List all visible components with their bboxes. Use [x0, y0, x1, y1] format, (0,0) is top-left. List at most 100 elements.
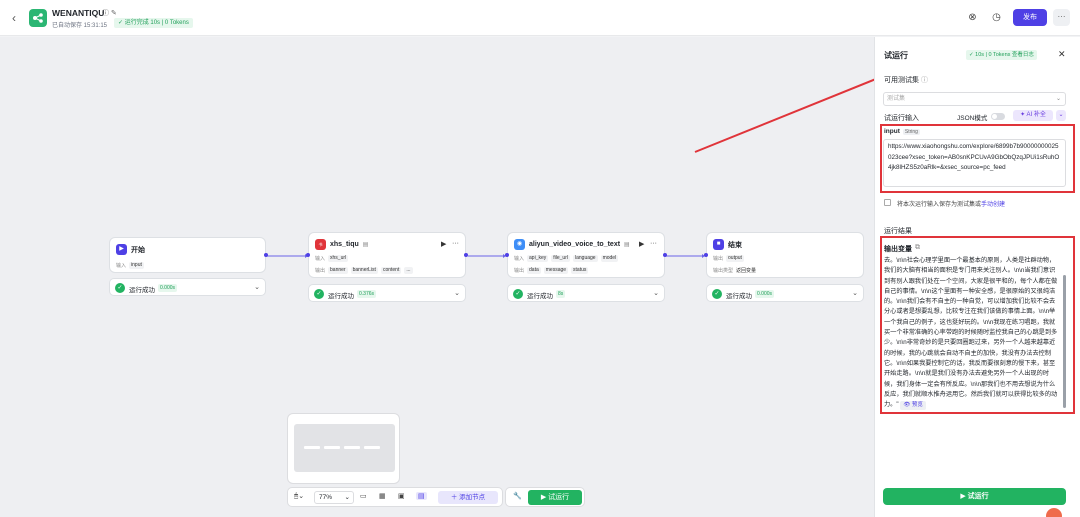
- var-chip: status: [571, 267, 589, 274]
- manual-create-link[interactable]: 手动创建: [981, 202, 1005, 208]
- node-input-row: 输入 xhs_url: [315, 255, 349, 262]
- save-testset-checkbox[interactable]: [884, 199, 891, 206]
- grid-icon[interactable]: ▦: [379, 492, 386, 500]
- canvas-run-button[interactable]: ▶ 试运行: [528, 490, 582, 505]
- chevron-down-icon: ⌄: [344, 494, 350, 501]
- node-xhs-tiqu[interactable]: 书 xhs_tiqu ▤ ▶ ··· 输入 xhs_url 输出 banner banne…: [308, 232, 466, 278]
- minimap-node: [304, 446, 320, 449]
- output-port[interactable]: [264, 253, 268, 257]
- success-icon: ✓: [513, 289, 523, 299]
- minimap-toggle-icon[interactable]: ▤: [416, 492, 427, 500]
- run-summary-badge[interactable]: ✓ 10s | 0 Tokens 查看日志: [966, 50, 1037, 60]
- chevron-down-icon[interactable]: ⌄: [454, 289, 460, 297]
- add-node-button[interactable]: ＋ 添加节点: [438, 491, 498, 504]
- node-output-row: 输出 data message status: [514, 267, 589, 274]
- copy-icon[interactable]: ⧉: [915, 244, 920, 254]
- image-icon[interactable]: ▣: [398, 492, 405, 500]
- aliyun-icon: ◉: [514, 239, 525, 250]
- comment-icon[interactable]: ▭: [360, 492, 367, 500]
- node-title: 结束: [728, 241, 742, 249]
- minimap-node: [364, 446, 380, 449]
- ai-fill-button[interactable]: ✦ AI 补全: [1013, 110, 1053, 121]
- var-chip: ...: [404, 267, 413, 274]
- var-chip: api_key: [527, 255, 549, 262]
- chevron-down-icon[interactable]: ⌄: [254, 283, 260, 291]
- node-end[interactable]: ■ 结束 输出 output 输出类型 返回变量: [706, 232, 864, 278]
- json-mode-toggle[interactable]: [991, 113, 1005, 120]
- history-icon[interactable]: ◷: [990, 11, 1003, 24]
- play-icon[interactable]: ▶: [639, 240, 644, 248]
- doc-icon: ▤: [362, 242, 369, 248]
- input-field-label: input String: [884, 128, 920, 135]
- xhs-icon: 书: [315, 239, 326, 250]
- minimap-viewport[interactable]: [294, 424, 395, 472]
- input-name: input: [884, 128, 900, 135]
- node-run-status[interactable]: ✓ 运行成功 0.000s ⌄: [109, 278, 266, 296]
- assistant-bubble[interactable]: [1046, 508, 1062, 517]
- node-aliyun-voice[interactable]: ◉ aliyun_video_voice_to_text ▤ ▶ ··· 输入 api…: [507, 232, 665, 278]
- chevron-down-icon[interactable]: ⌄: [852, 289, 858, 297]
- row-label: 输出类型: [713, 268, 734, 274]
- var-chip: banner: [328, 267, 348, 274]
- output-port[interactable]: [663, 253, 667, 257]
- var-chip: bannerList: [350, 267, 378, 274]
- node-start[interactable]: ▶ 开始 输入 input: [109, 237, 266, 273]
- run-toolbar: 🔧 ▶ 试运行: [505, 487, 585, 507]
- app-logo: [29, 9, 47, 27]
- node-title: xhs_tiqu: [330, 241, 359, 248]
- more-button[interactable]: ···: [1053, 9, 1070, 26]
- test-run-panel: 试运行 ✓ 10s | 0 Tokens 查看日志 ✕ 可用测试集 ⓘ 测试集 ⌄…: [874, 37, 1080, 517]
- output-port[interactable]: [464, 253, 468, 257]
- play-icon[interactable]: ▶: [441, 240, 446, 248]
- wrench-icon[interactable]: 🔧: [513, 492, 522, 500]
- chevron-down-icon[interactable]: ⌄: [1056, 110, 1066, 121]
- mouse-icon[interactable]: 🖱⌄: [294, 492, 304, 501]
- node-output-row: 输出 banner bannerList content...: [315, 267, 413, 274]
- input-port[interactable]: [505, 253, 509, 257]
- start-icon: ▶: [116, 244, 127, 255]
- zoom-select[interactable]: 77% ⌄: [314, 491, 354, 504]
- row-label: 输出: [514, 268, 525, 274]
- var-chip: input: [129, 262, 144, 269]
- node-run-status[interactable]: ✓ 运行成功 0.376s ⌄: [308, 284, 466, 302]
- app-title: WENANTIQU: [52, 8, 105, 18]
- node-run-status[interactable]: ✓ 运行成功 8s ⌄: [507, 284, 665, 302]
- duration-badge: 0.376s: [357, 290, 377, 298]
- info-icon[interactable]: ⓘ: [921, 77, 928, 84]
- output-var-text: 输出变量: [884, 246, 912, 253]
- output-var-label: 输出变量 ⧉: [884, 244, 920, 254]
- info-icon[interactable]: ⓘ: [102, 10, 109, 17]
- save-text: 将本次运行输入保存为测试集或: [897, 202, 982, 208]
- node-input-row: 输入 api_key file_url language model: [514, 255, 619, 262]
- var-chip: language: [572, 255, 598, 262]
- type-tag: String: [902, 128, 920, 135]
- panel-run-button[interactable]: ▶ 试运行: [883, 488, 1066, 505]
- status-text: 运行成功: [129, 287, 155, 294]
- more-icon[interactable]: ···: [650, 240, 657, 247]
- scrollbar[interactable]: [1063, 275, 1066, 408]
- testset-label: 可用测试集 ⓘ: [884, 75, 928, 85]
- duration-badge: 8s: [556, 290, 566, 298]
- preview-button[interactable]: 👁 预览: [900, 401, 926, 411]
- minimap[interactable]: [287, 413, 400, 484]
- input-textarea[interactable]: https://www.xiaohongshu.com/explore/6899…: [883, 139, 1066, 187]
- node-type-row: 输出类型 返回变量: [713, 267, 756, 274]
- node-run-status[interactable]: ✓ 运行成功 0.000s ⌄: [706, 284, 864, 302]
- more-icon[interactable]: ···: [452, 240, 459, 247]
- chevron-down-icon[interactable]: ⌄: [653, 289, 659, 297]
- chevron-left-icon[interactable]: ‹: [12, 11, 16, 25]
- publish-button[interactable]: 发布: [1013, 9, 1047, 26]
- link-icon[interactable]: ⊗: [966, 11, 979, 24]
- input-port[interactable]: [704, 253, 708, 257]
- testset-select[interactable]: 测试集 ⌄: [883, 92, 1066, 106]
- success-icon: ✓: [712, 289, 722, 299]
- add-node-label: 添加节点: [459, 494, 486, 501]
- input-port[interactable]: [306, 253, 310, 257]
- autosave-status: 已自动保存 15:31:15: [52, 23, 108, 29]
- node-title: 开始: [131, 246, 145, 254]
- status-text: 运行成功: [328, 293, 354, 300]
- var-chip: file_url: [551, 255, 570, 262]
- edit-icon[interactable]: ✎: [111, 10, 117, 17]
- result-section-label: 运行结果: [884, 228, 912, 235]
- close-icon[interactable]: ✕: [1058, 49, 1066, 60]
